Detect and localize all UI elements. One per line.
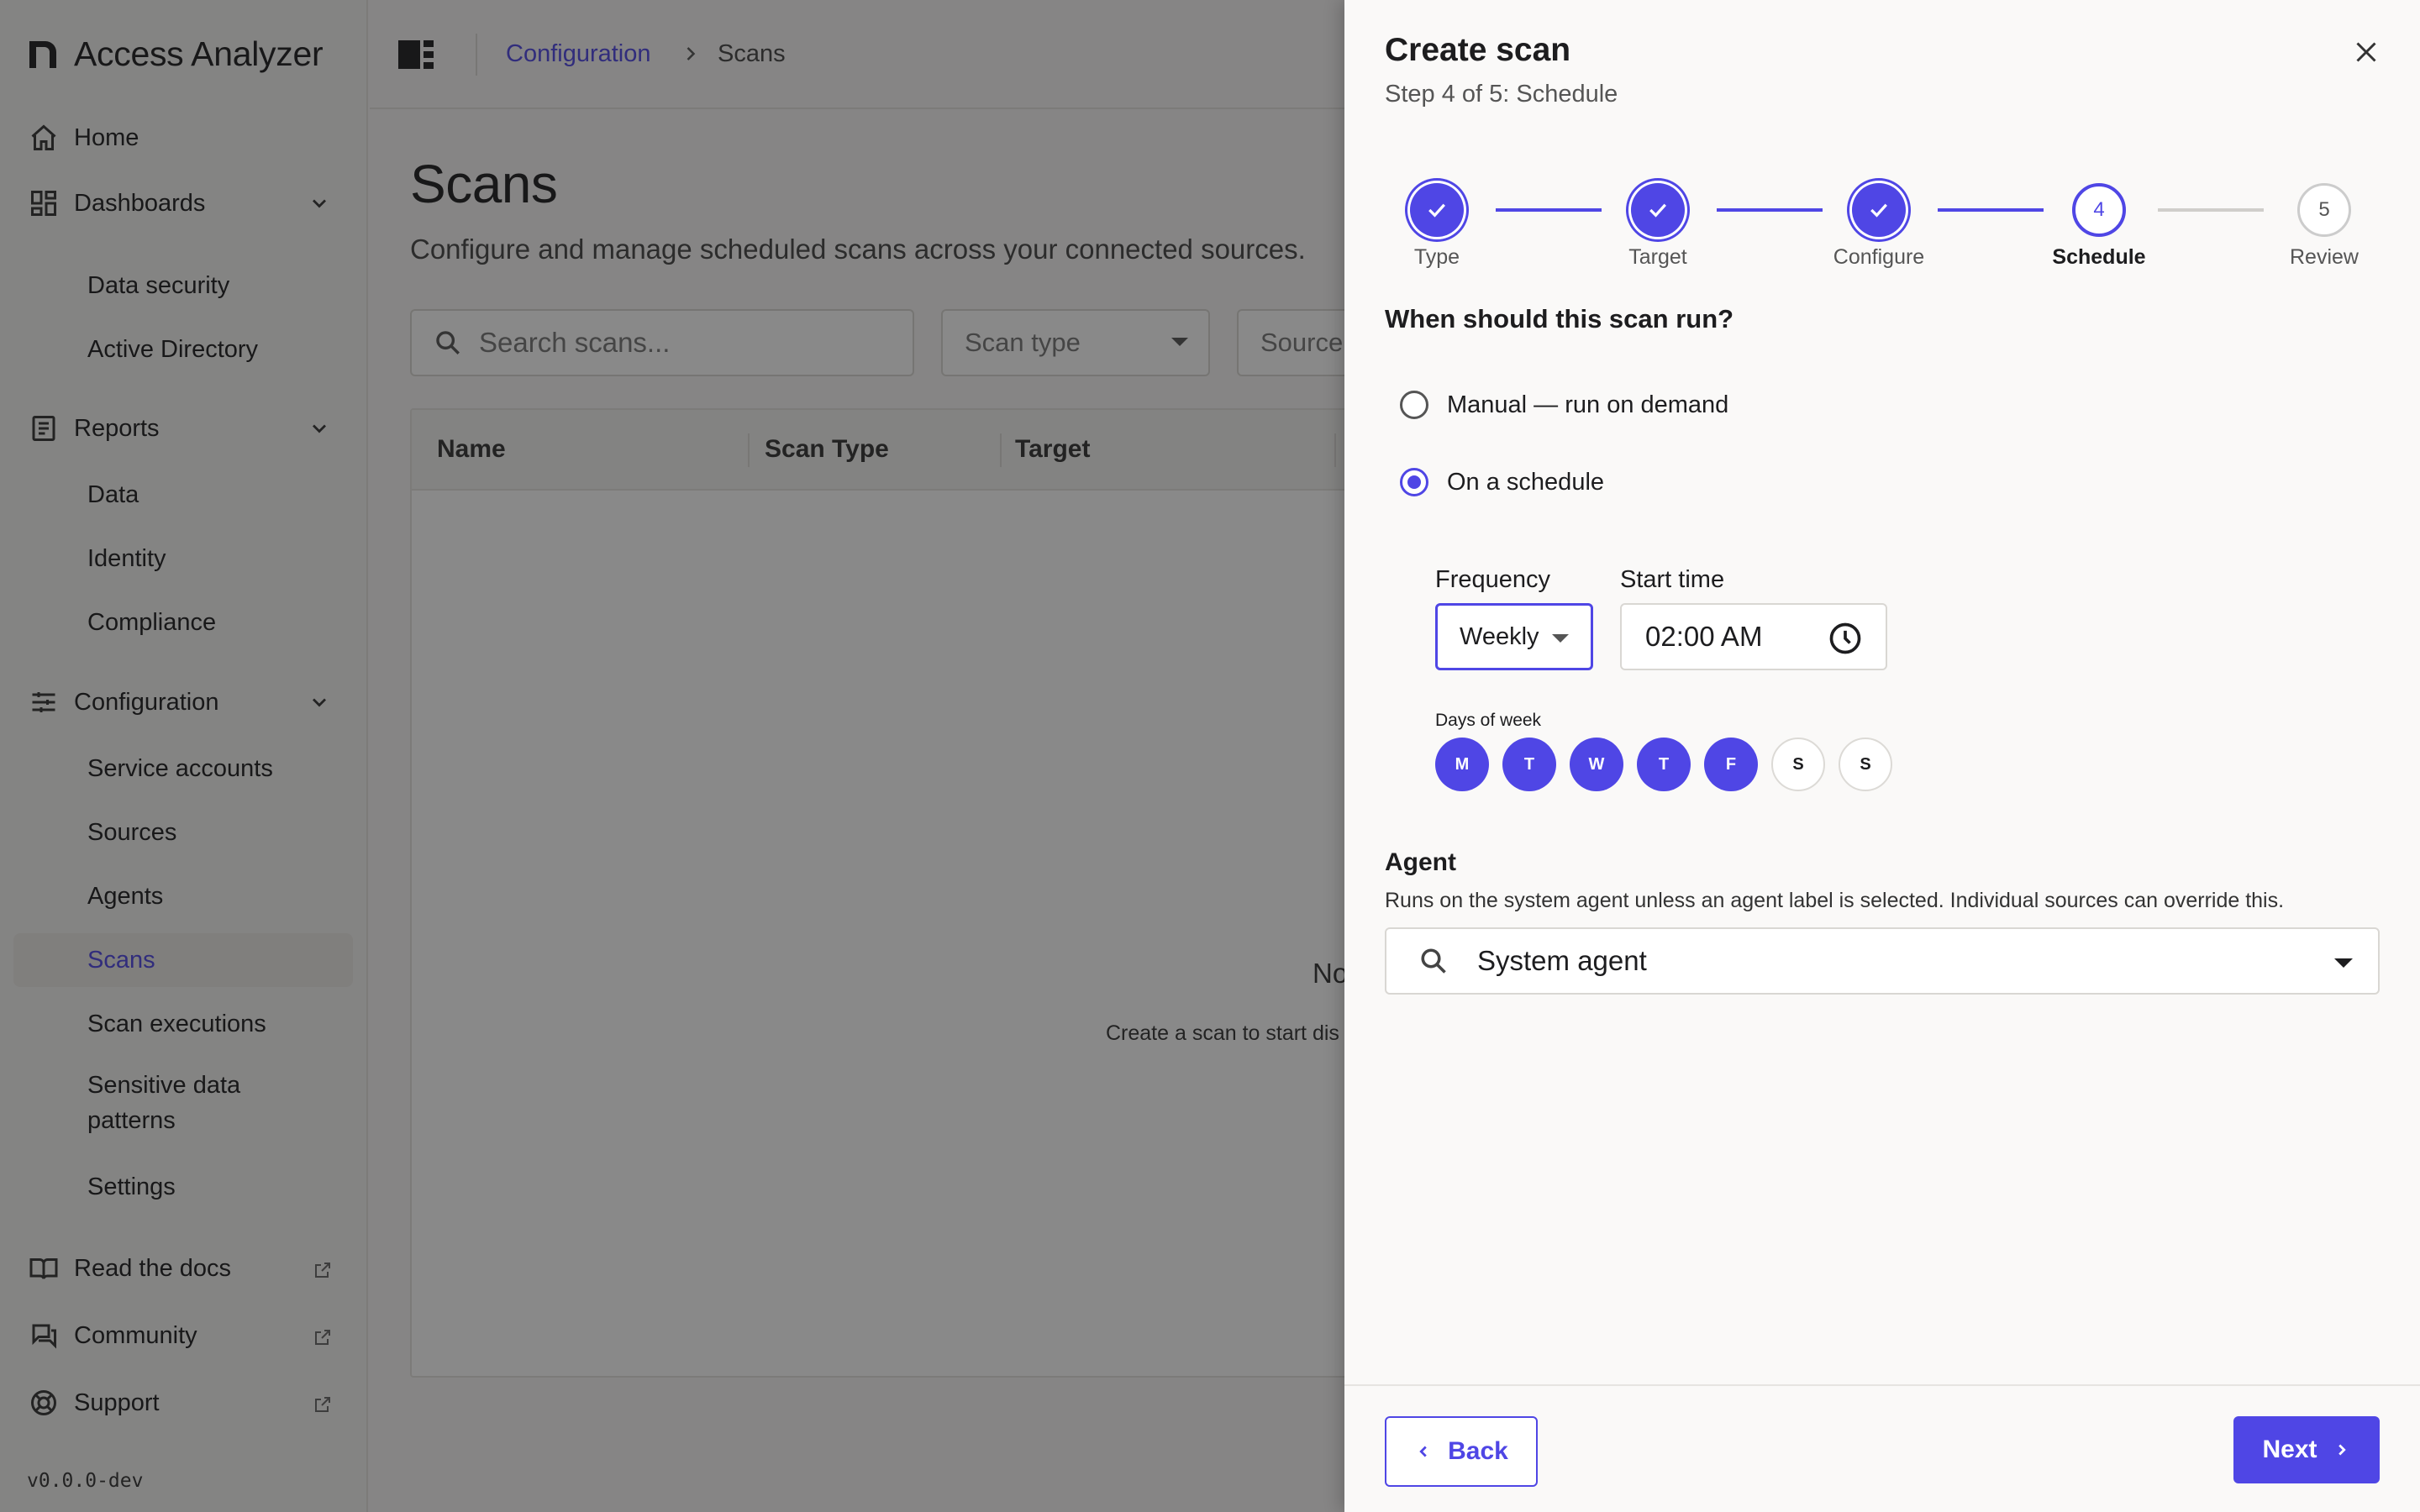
- step-review[interactable]: 5: [2297, 183, 2351, 237]
- option-manual-label: Manual — run on demand: [1447, 391, 1729, 418]
- back-button[interactable]: Back: [1385, 1416, 1538, 1487]
- create-scan-drawer: Create scan Step 4 of 5: Schedule 4 5 Ty…: [1344, 0, 2420, 1512]
- back-button-label: Back: [1448, 1437, 1508, 1465]
- step-type[interactable]: [1410, 183, 1464, 237]
- start-time-input[interactable]: 02:00 AM: [1620, 603, 1887, 670]
- next-button[interactable]: Next: [2233, 1416, 2380, 1483]
- check-icon: [1870, 203, 1887, 218]
- clock-icon[interactable]: [1827, 620, 1864, 657]
- caret-down-icon: [2334, 958, 2353, 968]
- search-icon: [1421, 948, 1446, 974]
- stepper-connector: [1717, 208, 1823, 212]
- option-schedule-label: On a schedule: [1447, 468, 1605, 496]
- check-icon: [1649, 203, 1666, 218]
- frequency-label: Frequency: [1435, 566, 1551, 593]
- next-button-label: Next: [2262, 1436, 2317, 1463]
- drawer-step-text: Step 4 of 5: Schedule: [1385, 81, 1618, 108]
- step-label-review: Review: [2290, 245, 2359, 269]
- step-label-target: Target: [1628, 245, 1687, 269]
- day-saturday[interactable]: S: [1771, 738, 1825, 791]
- step-schedule[interactable]: 4: [2072, 183, 2126, 237]
- agent-select[interactable]: System agent: [1385, 927, 2380, 995]
- schedule-question: When should this scan run?: [1385, 304, 1734, 333]
- radio-schedule[interactable]: [1400, 468, 1428, 496]
- day-tuesday[interactable]: T: [1502, 738, 1556, 791]
- modal-overlay[interactable]: [0, 0, 1344, 1512]
- drawer-title: Create scan: [1385, 32, 1571, 68]
- day-friday[interactable]: F: [1704, 738, 1758, 791]
- stepper-connector: [1938, 208, 2044, 212]
- day-sunday[interactable]: S: [1839, 738, 1892, 791]
- stepper-connector: [2158, 208, 2264, 212]
- day-thursday[interactable]: T: [1637, 738, 1691, 791]
- agent-help-text: Runs on the system agent unless an agent…: [1385, 889, 2285, 912]
- agent-title: Agent: [1385, 848, 1456, 876]
- step-label-type: Type: [1413, 245, 1460, 269]
- option-schedule[interactable]: On a schedule: [1400, 464, 1604, 501]
- step-target[interactable]: [1631, 183, 1685, 237]
- frequency-value: Weekly: [1460, 622, 1539, 650]
- frequency-select[interactable]: Weekly: [1435, 603, 1593, 670]
- caret-down-icon: [1552, 634, 1569, 643]
- stepper-connector: [1496, 208, 1602, 212]
- drawer-footer: Back Next: [1344, 1384, 2420, 1512]
- chevron-right-icon: [2338, 1444, 2346, 1456]
- step-label-configure: Configure: [1833, 245, 1925, 269]
- step-configure[interactable]: [1852, 183, 1906, 237]
- day-monday[interactable]: M: [1435, 738, 1489, 791]
- agent-value: System agent: [1477, 945, 1647, 976]
- day-wednesday[interactable]: W: [1570, 738, 1623, 791]
- check-icon: [1428, 203, 1445, 218]
- start-time-value: 02:00 AM: [1645, 621, 1763, 652]
- radio-manual[interactable]: [1400, 391, 1428, 419]
- step-label-schedule: Schedule: [2052, 245, 2146, 269]
- days-of-week-label: Days of week: [1435, 711, 1542, 730]
- chevron-left-icon: [1419, 1446, 1427, 1457]
- close-icon[interactable]: [2351, 37, 2381, 67]
- start-time-label: Start time: [1620, 566, 1725, 593]
- option-manual[interactable]: Manual — run on demand: [1400, 386, 1728, 423]
